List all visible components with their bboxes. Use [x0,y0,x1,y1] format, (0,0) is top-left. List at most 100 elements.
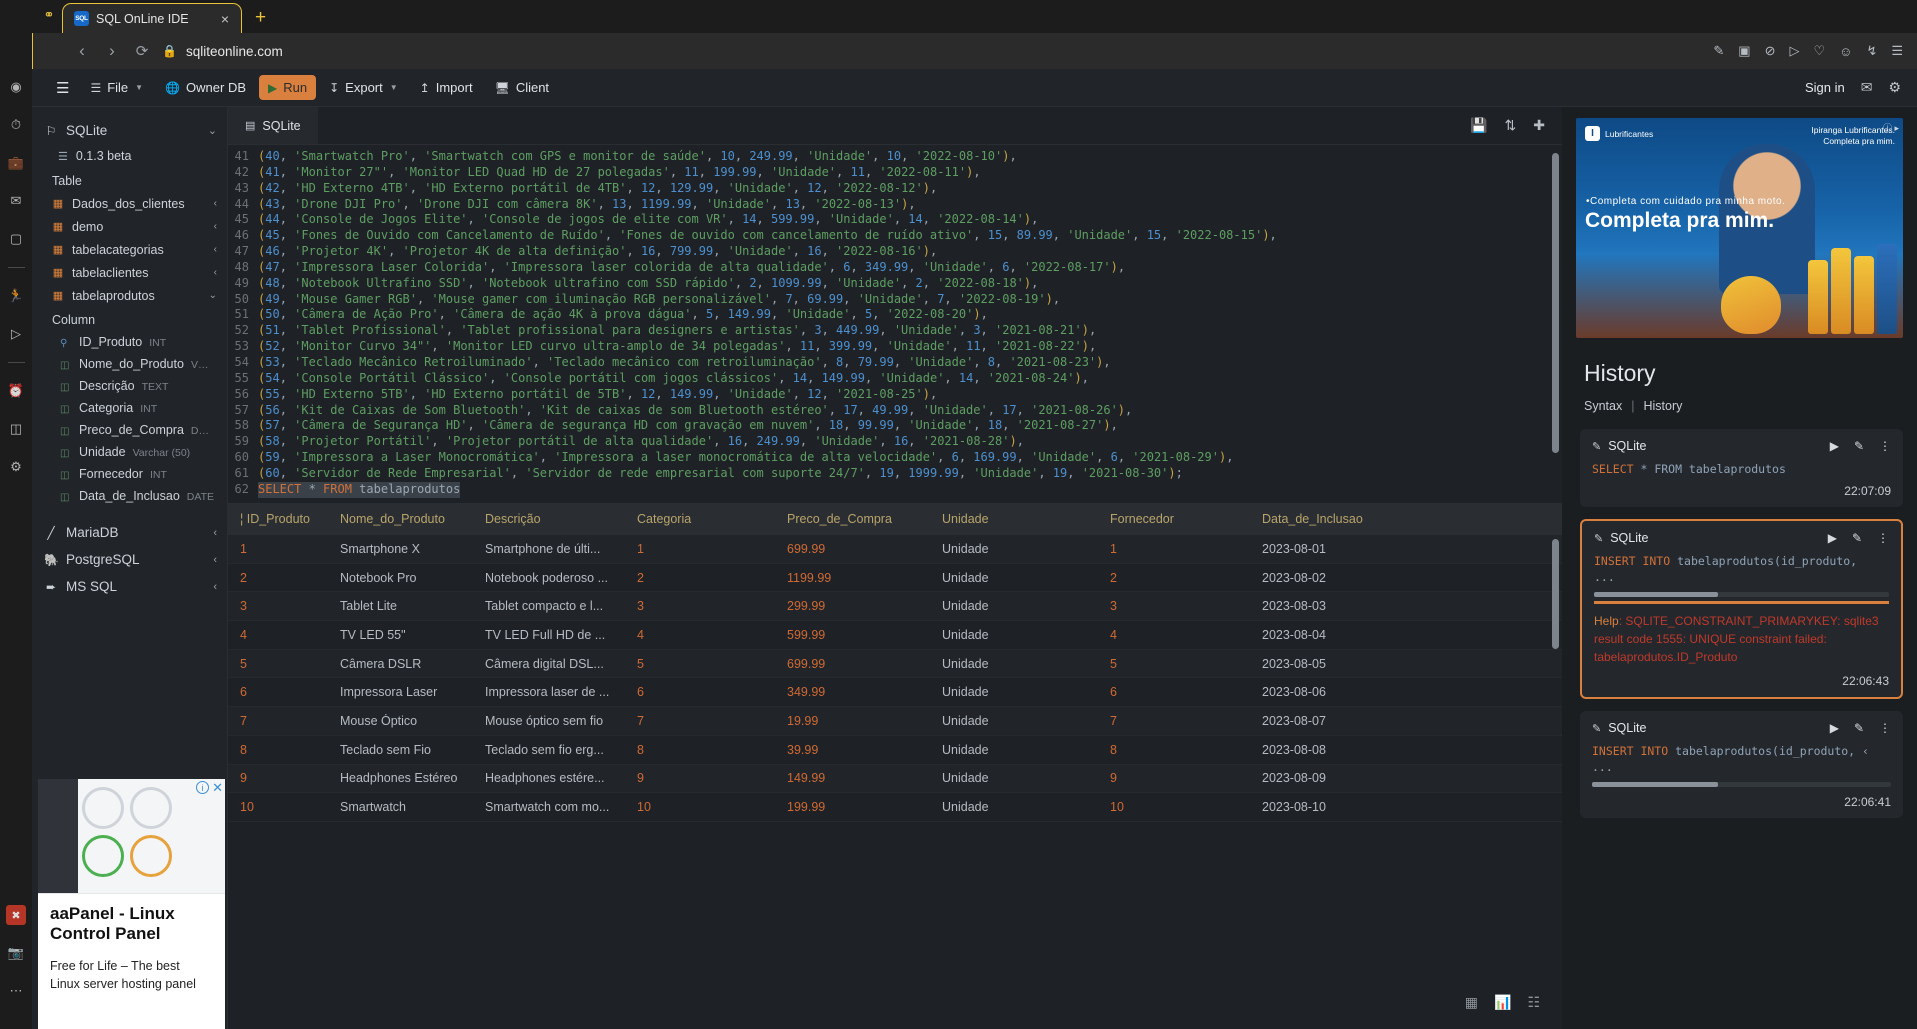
table-cell[interactable]: 1199.99 [775,571,930,585]
cast-icon[interactable]: ▷ [1790,43,1800,59]
banner-advertisement[interactable]: ⓘ ▸ I Lubrificantes Ipiranga Lubrificant… [1576,118,1903,338]
chart-view-icon[interactable]: 📊 [1494,994,1511,1011]
chevron-right-icon[interactable]: ‹ [214,221,217,232]
table-cell[interactable]: Unidade [930,628,1098,642]
table-row[interactable]: 7 Mouse Óptico Mouse óptico sem fio 7 19.99 U… [228,707,1562,736]
refresh-icon[interactable]: ⇅ [1505,117,1517,134]
editor-line[interactable]: 53 (52, 'Monitor Curvo 34"', 'Monitor LED… [228,339,1562,355]
sidebar-table-tabelacategorias[interactable]: ▦ tabelacategorias ‹ [32,238,227,261]
menu-icon[interactable]: ☰ [48,75,77,101]
editor-line[interactable]: 50 (49, 'Mouse Gamer RGB', 'Mouse gamer c… [228,292,1562,308]
table-cell[interactable]: 8 [625,743,775,757]
more-icon[interactable]: ⋮ [1879,439,1891,453]
chevron-right-icon[interactable]: ‹ [213,581,217,593]
sidebar-column-unidade[interactable]: ◫ Unidade Varchar (50) [32,441,227,463]
table-cell[interactable]: 39.99 [775,743,930,757]
chevron-down-icon[interactable]: ⌄ [208,124,217,137]
table-cell[interactable]: 5 [625,657,775,671]
table-cell[interactable]: Tablet Lite [328,599,473,613]
table-row[interactable]: 10 Smartwatch Smartwatch com mo... 10 199.99… [228,793,1562,822]
chevron-down-icon[interactable]: ⌄ [209,290,217,301]
table-cell[interactable]: 599.99 [775,628,930,642]
more-icon[interactable]: ⋯ [6,981,26,1001]
table-cell[interactable]: Câmera digital DSL... [473,657,625,671]
sidebar-column-nome-do-produto[interactable]: ◫ Nome_do_Produto V… [32,353,227,375]
table-cell[interactable]: Impressora Laser [328,685,473,699]
editor-line[interactable]: 60 (59, 'Impressora a Laser Monocromática… [228,450,1562,466]
table-cell[interactable]: 10 [1098,800,1250,814]
sidebar-table-demo[interactable]: ▦ demo ‹ [32,215,227,238]
suitcase-icon[interactable]: 💼 [6,153,26,173]
table-cell[interactable]: 2023-08-09 [1250,771,1440,785]
editor-line[interactable]: 56 (55, 'HD Externo 5TB', 'HD Externo por… [228,387,1562,403]
heart-icon[interactable]: ♡ [1814,43,1826,59]
editor-line[interactable]: 43 (42, 'HD Externo 4TB', 'HD Externo por… [228,181,1562,197]
table-row[interactable]: 1 Smartphone X Smartphone de últi... 1 699.9… [228,535,1562,564]
table-cell[interactable]: 2023-08-06 [1250,685,1440,699]
editor-line[interactable]: 59 (58, 'Projetor Portátil', 'Projetor po… [228,434,1562,450]
editor-line[interactable]: 45 (44, 'Console de Jogos Elite', 'Consol… [228,212,1562,228]
table-cell[interactable]: 5 [228,657,328,671]
sidebar-db-postgresql[interactable]: 🐘 PostgreSQL ‹ [32,546,227,573]
table-cell[interactable]: 1 [228,542,328,556]
table-cell[interactable]: 2023-08-08 [1250,743,1440,757]
table-row[interactable]: 3 Tablet Lite Tablet compacto e l... 3 299.9… [228,592,1562,622]
chevron-right-icon[interactable]: ‹ [213,554,217,566]
clock-icon[interactable]: ⏰ [6,381,26,401]
table-cell[interactable]: Unidade [930,714,1098,728]
chevron-right-icon[interactable]: ‹ [214,267,217,278]
table-cell[interactable]: 699.99 [775,657,930,671]
editor-line[interactable]: 57 (56, 'Kit de Caixas de Som Bluetooth',… [228,403,1562,419]
owner-db-button[interactable]: 🌐 Owner DB [156,75,255,100]
sidebar-db-sqlite[interactable]: ⚐ SQLite ⌄ [32,117,227,144]
editor-line[interactable]: 54 (53, 'Teclado Mecânico Retroiluminado'… [228,355,1562,371]
sidebar-db-mssql[interactable]: ➨ MS SQL ‹ [32,573,227,600]
table-row[interactable]: 8 Teclado sem Fio Teclado sem fio erg... 8 3… [228,735,1562,765]
table-cell[interactable]: 9 [625,771,775,785]
table-cell[interactable]: 2 [1098,571,1250,585]
speed-dial-icon[interactable]: ⏱ [6,115,26,135]
editor-line[interactable]: 41 (40, 'Smartwatch Pro', 'Smartwatch com… [228,149,1562,165]
table-cell[interactable]: 2023-08-01 [1250,542,1440,556]
table-cell[interactable]: 699.99 [775,542,930,556]
table-cell[interactable]: Headphones estére... [473,771,625,785]
history-card-scrollbar[interactable] [1592,782,1891,787]
table-cell[interactable]: Impressora laser de ... [473,685,625,699]
gear-icon[interactable]: ⚙ [1888,79,1901,96]
table-cell[interactable]: 2 [228,571,328,585]
editor-line[interactable]: 48 (47, 'Impressora Laser Colorida', 'Imp… [228,260,1562,276]
save-icon[interactable]: 💾 [1470,117,1487,134]
history-card[interactable]: ✎ SQLite ▶ ✎ ⋮ INSERT INTO tabelaprodutos(id_… [1580,711,1903,818]
editor-line[interactable]: 61 (60, 'Servidor de Rede Empresarial', '… [228,466,1562,482]
player-icon[interactable]: ▷ [6,324,26,344]
table-cell[interactable]: 1 [625,542,775,556]
edit-icon[interactable]: ✎ [1854,721,1864,735]
table-cell[interactable]: 199.99 [775,800,930,814]
reload-icon[interactable]: ⟳ [127,38,157,64]
table-cell[interactable]: Mouse óptico sem fio [473,714,625,728]
sidebar-column-fornecedor[interactable]: ◫ Fornecedor INT [32,463,227,485]
history-card-scrollbar[interactable] [1594,592,1889,597]
column-header[interactable]: ¦ ID_Produto [228,512,328,526]
table-row[interactable]: 9 Headphones Estéreo Headphones estére... 9… [228,764,1562,794]
table-cell[interactable]: 4 [1098,628,1250,642]
table-cell[interactable]: 7 [1098,714,1250,728]
table-cell[interactable]: Unidade [930,743,1098,757]
table-row[interactable]: 6 Impressora Laser Impressora laser de ...… [228,678,1562,708]
sidebar-column-descricao[interactable]: ◫ Descrição TEXT [32,375,227,397]
column-header[interactable]: Data_de_Inclusao [1250,512,1440,526]
table-cell[interactable]: 2 [625,571,775,585]
close-icon[interactable]: × [217,11,233,27]
table-cell[interactable]: Unidade [930,599,1098,613]
table-cell[interactable]: Notebook poderoso ... [473,571,625,585]
table-cell[interactable]: Teclado sem Fio [328,743,473,757]
profile-icon[interactable]: ☺ [1839,44,1852,59]
table-cell[interactable]: Tablet compacto e l... [473,599,625,613]
table-cell[interactable]: 6 [1098,685,1250,699]
table-cell[interactable]: Unidade [930,657,1098,671]
editor-line[interactable]: 46 (45, 'Fones de Ouvido com Cancelamento… [228,228,1562,244]
column-header[interactable]: Descrição [473,512,625,526]
cube-icon[interactable]: ◫ [6,419,26,439]
column-header[interactable]: Unidade [930,512,1098,526]
table-cell[interactable]: 299.99 [775,599,930,613]
